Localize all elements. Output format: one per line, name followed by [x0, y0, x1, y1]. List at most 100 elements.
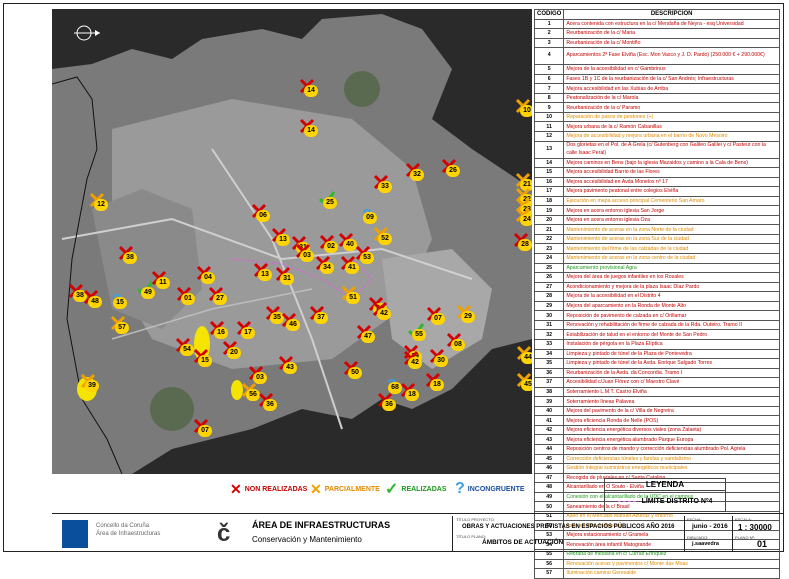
map-marker[interactable]: 26: [440, 157, 460, 177]
row-description: Limpieza y pintado de túnel de la Plaza …: [563, 348, 780, 360]
map-marker[interactable]: 45: [515, 371, 532, 391]
map-marker[interactable]: 43: [277, 354, 297, 374]
map-marker[interactable]: ?15: [107, 289, 127, 309]
map-marker[interactable]: 04: [195, 264, 215, 284]
map-marker[interactable]: 32: [404, 161, 424, 181]
marker-number: 27: [213, 293, 227, 305]
map-marker[interactable]: 18: [424, 371, 444, 391]
map-marker[interactable]: 55: [406, 321, 426, 341]
map-marker[interactable]: 15: [192, 347, 212, 367]
map-marker[interactable]: 02: [318, 233, 338, 253]
map-marker[interactable]: 54: [174, 336, 194, 356]
map-marker[interactable]: 07: [192, 417, 212, 437]
row-code: 19: [533, 205, 565, 216]
row-code: 12: [533, 131, 565, 142]
table-row: 17 Mejora pavimento peatonal entre coleg…: [533, 186, 780, 197]
city-shield-icon: [62, 520, 88, 548]
row-code: 24: [533, 253, 565, 264]
map-marker[interactable]: 10: [514, 97, 532, 117]
map-marker[interactable]: 07: [425, 305, 445, 325]
table-row: 27 Acondicionamiento y mejora de la plaz…: [533, 281, 780, 293]
table-row: 33 Instalación de pérgola en la Plaza El…: [533, 338, 780, 350]
divider: [732, 516, 733, 552]
map-marker[interactable]: 11: [150, 269, 170, 289]
row-code: 56: [533, 558, 565, 570]
table-row: 5 Mejora de la accesibilidad en c/ Gambr…: [533, 64, 780, 75]
table-row: 1 Acera contenida con estructura en la c…: [533, 18, 780, 30]
row-code: 11: [533, 121, 565, 132]
map-marker[interactable]: 42: [402, 349, 422, 369]
map-marker[interactable]: 01: [175, 285, 195, 305]
table-row: 4 Aparcamientos 2ª Fase Elviña (Esc. Mon…: [533, 47, 780, 66]
table-row: 13 Dos glorietas en el Pol. de A Grela (…: [533, 140, 780, 159]
row-code: 27: [533, 281, 565, 293]
row-description: Fases 1B y 1C de la reurbanización de la…: [563, 73, 780, 85]
row-code: 39: [533, 396, 565, 407]
marker-number: 39: [85, 380, 99, 392]
map-marker[interactable]: 14: [298, 77, 318, 97]
marker-number: 41: [345, 262, 359, 274]
map-marker[interactable]: ?09: [357, 204, 377, 224]
table-row: 10 Reparación de pasos de peatones (+): [533, 111, 780, 123]
row-code: 32: [533, 329, 565, 340]
map-marker[interactable]: 36: [257, 391, 277, 411]
aerial-map[interactable]: 141410323326120625?095221222324283813310…: [52, 9, 532, 474]
map-marker[interactable]: 33: [372, 173, 392, 193]
map-marker[interactable]: 08: [445, 331, 465, 351]
map-marker[interactable]: 41: [339, 254, 359, 274]
map-marker[interactable]: 03: [294, 242, 314, 262]
map-marker[interactable]: 51: [340, 284, 360, 304]
map-marker[interactable]: 28: [512, 231, 532, 251]
row-code: 10: [533, 111, 565, 123]
map-marker[interactable]: 42: [371, 300, 391, 320]
marker-number: 32: [410, 169, 424, 181]
map-marker[interactable]: 36: [376, 391, 396, 411]
map-marker[interactable]: 16: [208, 319, 228, 339]
marker-number: 34: [320, 262, 334, 274]
table-row: 15 Mejora accesibilidad Barrio de las Fl…: [533, 167, 780, 178]
map-marker[interactable]: 20: [221, 339, 241, 359]
map-marker[interactable]: 27: [207, 285, 227, 305]
table-row: 36 Reurbanización de la Avda. da Concord…: [533, 367, 780, 379]
row-code: 3: [533, 37, 565, 49]
map-marker[interactable]: 48: [82, 288, 102, 308]
map-marker[interactable]: 31: [274, 265, 294, 285]
row-description: Mejora eficiencia Ronda de Nelle (POS): [563, 415, 780, 426]
row-description: Reposición de pavimento de calzada en c/…: [563, 310, 780, 321]
map-marker[interactable]: 37: [308, 304, 328, 324]
map-marker[interactable]: 13: [252, 261, 272, 281]
map-marker[interactable]: 24: [514, 206, 532, 226]
map-marker[interactable]: 12: [88, 191, 108, 211]
divider: [684, 516, 685, 552]
map-marker[interactable]: 18: [399, 381, 419, 401]
map-marker[interactable]: 47: [355, 323, 375, 343]
table-row: 16 Mejora accesibilidad en Avda Monelos …: [533, 176, 780, 188]
table-row: 38 Soterramiento L.M.T. Castro Elviña: [533, 386, 780, 398]
map-marker[interactable]: 17: [235, 319, 255, 339]
map-marker[interactable]: 57: [109, 314, 129, 334]
row-code: 26: [533, 272, 565, 283]
map-marker[interactable]: 46: [280, 311, 300, 331]
row-code: 40: [533, 405, 565, 417]
divider: [452, 516, 453, 552]
map-marker[interactable]: 13: [270, 226, 290, 246]
row-description: Aparcamiento provisional Agra: [563, 262, 780, 274]
table-row: 21 Mantenimiento de aceras en la zona No…: [533, 224, 780, 235]
map-marker[interactable]: 52: [372, 225, 392, 245]
map-marker[interactable]: 39: [79, 372, 99, 392]
map-marker[interactable]: 14: [298, 117, 318, 137]
map-marker[interactable]: 50: [342, 359, 362, 379]
map-marker[interactable]: 30: [428, 347, 448, 367]
row-description: Mejora de la accesibilidad en c/ Gambrin…: [563, 64, 780, 75]
marker-number: 12: [94, 199, 108, 211]
map-marker[interactable]: 44: [515, 344, 532, 364]
map-marker[interactable]: 06: [250, 202, 270, 222]
map-marker[interactable]: 38: [117, 244, 137, 264]
legend-box: LEYENDA LÍMITE DISTRITO Nº4: [604, 478, 726, 512]
map-marker[interactable]: 29: [455, 303, 475, 323]
table-row: 8 Peatonalización de la c/ Marola: [533, 92, 780, 104]
marker-number: 47: [361, 331, 375, 343]
map-marker[interactable]: 34: [314, 254, 334, 274]
map-marker[interactable]: 25: [317, 189, 337, 209]
infrastructure-logo-icon: č: [217, 520, 231, 547]
